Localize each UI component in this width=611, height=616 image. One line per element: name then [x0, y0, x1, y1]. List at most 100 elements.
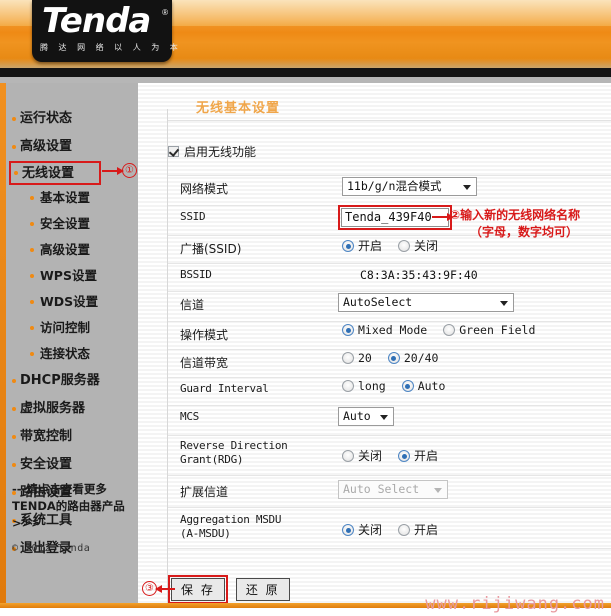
bullet-icon [12, 145, 16, 149]
channel-bandwidth-radio-20[interactable] [342, 352, 354, 364]
amsdu-radio-off[interactable] [342, 524, 354, 536]
sidebar-item-label: 运行状态 [20, 111, 73, 126]
sidebar-item-7[interactable]: WDS设置 [6, 289, 138, 315]
annotation-2-text-line-1: ②输入新的无线网络名称 [450, 208, 581, 222]
broadcast-ssid-label: 广播(SSID) [180, 242, 242, 256]
amsdu-label: Aggregation MSDU (A-MSDU) [180, 513, 281, 541]
channel-bandwidth-option-0: 20 [358, 351, 372, 365]
bullet-icon [12, 463, 16, 467]
amsdu-option-1: 开启 [414, 523, 439, 537]
network-mode-select[interactable]: 11b/g/n混合模式 [342, 177, 477, 196]
sidebar-item-label: 基本设置 [40, 190, 91, 205]
sidebar-item-1[interactable]: 高级设置 [6, 133, 138, 161]
enable-wireless-checkbox[interactable] [168, 146, 179, 157]
channel-bandwidth-radio-2040[interactable] [387, 352, 400, 364]
rdg-label-line-2: Grant(RDG) [180, 453, 244, 466]
sidebar-item-6[interactable]: WPS设置 [6, 263, 138, 289]
bssid-value: C8:3A:35:43:9F:40 [360, 268, 478, 282]
save-button[interactable]: 保 存 [171, 578, 225, 601]
enable-wireless-label: 启用无线功能 [184, 145, 257, 159]
chevron-down-icon [463, 185, 471, 190]
promo-line-2: TENDA的路由器产品 [12, 499, 125, 513]
sidebar-item-label: 安全设置 [40, 216, 91, 231]
network-mode-field[interactable]: 11b/g/n混合模式 [342, 177, 477, 196]
annotation-1-arrow [102, 167, 124, 175]
annotation-2-text-line-2: （字母，数字均可） [470, 225, 579, 239]
extension-channel-value: Auto Select [343, 482, 420, 496]
operating-mode-field[interactable]: Mixed Mode Green Field [342, 323, 551, 337]
rdg-label-line-1: Reverse Direction [180, 439, 288, 452]
amsdu-field[interactable]: 关闭 开启 [342, 521, 454, 538]
guard-interval-field[interactable]: long Auto [342, 379, 461, 393]
mcs-select[interactable]: Auto [338, 407, 394, 426]
rdg-field[interactable]: 关闭 开启 [342, 447, 454, 464]
sidebar-item-label: 高级设置 [40, 242, 91, 257]
broadcast-ssid-radio-off[interactable] [398, 240, 411, 252]
operating-mode-radio-mixed[interactable] [342, 324, 354, 336]
guard-interval-label: Guard Interval [180, 382, 269, 395]
sidebar-item-label: WPS设置 [40, 268, 97, 283]
sidebar-item-8[interactable]: 访问控制 [6, 315, 138, 341]
row-extension-channel: 扩展信道 Auto Select [168, 475, 611, 507]
row-channel-bandwidth: 信道带宽 20 20/40 [168, 349, 611, 377]
sidebar-item-4[interactable]: 安全设置 [6, 211, 138, 237]
sidebar-item-13[interactable]: 安全设置 [6, 451, 138, 479]
sidebar-item-label: 高级设置 [20, 139, 73, 154]
amsdu-option-0: 关闭 [358, 523, 383, 537]
row-bssid: BSSID C8:3A:35:43:9F:40 [168, 263, 611, 291]
copyright-text: © 2012 Tenda [12, 543, 91, 554]
ssid-label: SSID [180, 210, 206, 223]
bullet-icon [30, 248, 34, 252]
sidebar-item-label: 连接状态 [40, 346, 91, 361]
sidebar-item-10[interactable]: DHCP服务器 [6, 367, 138, 395]
rdg-option-1: 开启 [414, 449, 439, 463]
form-actions: 保 存还 原 [168, 575, 290, 604]
sidebar-promo[interactable]: ---请点击查看更多 TENDA的路由器产品 >>> [12, 481, 138, 532]
row-amsdu: Aggregation MSDU (A-MSDU) 关闭 开启 [168, 507, 611, 549]
channel-field[interactable]: AutoSelect [338, 293, 514, 312]
guard-interval-option-1: Auto [417, 379, 446, 393]
sidebar-item-3[interactable]: 基本设置 [6, 185, 138, 211]
chevron-down-icon [500, 301, 508, 306]
rdg-option-0: 关闭 [358, 449, 383, 463]
enable-wireless-row[interactable]: 启用无线功能 [168, 143, 256, 160]
guard-interval-option-0: long [358, 379, 386, 393]
page-title: 无线基本设置 [196, 101, 281, 116]
row-rdg: Reverse Direction Grant(RDG) 关闭 开启 [168, 435, 611, 475]
site-watermark: www.rijiwang.com [425, 594, 605, 614]
sidebar-item-label: WDS设置 [40, 294, 99, 309]
sidebar-item-9[interactable]: 连接状态 [6, 341, 138, 367]
mcs-field[interactable]: Auto [338, 407, 394, 426]
rdg-radio-off[interactable] [342, 450, 354, 462]
bullet-icon [30, 274, 34, 278]
promo-line-1: ---请点击查看更多 [12, 482, 107, 496]
channel-bandwidth-field[interactable]: 20 20/40 [342, 351, 454, 365]
operating-mode-radio-green[interactable] [443, 324, 456, 336]
amsdu-radio-on[interactable] [398, 524, 411, 536]
title-divider [168, 120, 611, 121]
guard-interval-radio-long[interactable] [342, 380, 354, 392]
chevron-down-icon [380, 415, 388, 420]
sidebar-item-label: 访问控制 [40, 320, 91, 335]
guard-interval-radio-auto[interactable] [401, 380, 414, 392]
network-mode-label: 网络模式 [180, 182, 229, 196]
sidebar-item-2[interactable]: 无线设置 [9, 161, 101, 185]
channel-select[interactable]: AutoSelect [338, 293, 514, 312]
sidebar-item-12[interactable]: 带宽控制 [6, 423, 138, 451]
rdg-radio-on[interactable] [398, 450, 411, 462]
restore-button[interactable]: 还 原 [235, 578, 290, 601]
channel-value: AutoSelect [343, 295, 413, 309]
sidebar-item-5[interactable]: 高级设置 [6, 237, 138, 263]
sidebar-item-label: DHCP服务器 [20, 373, 100, 388]
sidebar-item-11[interactable]: 虚拟服务器 [6, 395, 138, 423]
bullet-icon [12, 435, 16, 439]
row-network-mode: 网络模式 11b/g/n混合模式 [168, 175, 611, 205]
sidebar-item-0[interactable]: 运行状态 [6, 105, 138, 133]
bssid-label: BSSID [180, 268, 212, 281]
promo-line-3: >>> [12, 516, 41, 530]
broadcast-ssid-radio-on[interactable] [342, 240, 354, 252]
mcs-value: Auto [343, 409, 371, 423]
broadcast-ssid-field[interactable]: 开启 关闭 [342, 237, 454, 254]
channel-bandwidth-label: 信道带宽 [180, 356, 229, 370]
annotation-1-number: ① [122, 163, 137, 178]
